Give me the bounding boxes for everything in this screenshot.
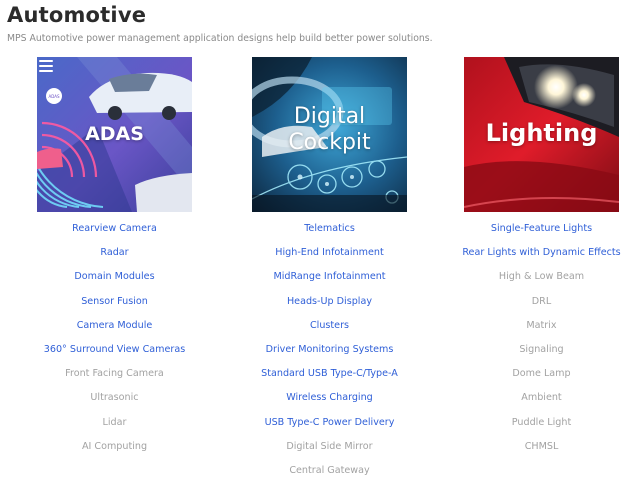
link-single-feature-lights[interactable]: Single-Feature Lights [434,217,632,241]
digital-cockpit-link-list: Telematics High-End Infotainment MidRang… [222,217,437,482]
link-ai-computing: AI Computing [81,440,148,452]
link-standard-usb-type-c-type-a[interactable]: Standard USB Type-C/Type-A [222,362,437,386]
menu-icon [39,60,53,72]
link-wireless-charging[interactable]: Wireless Charging [222,386,437,410]
link-high-end-infotainment[interactable]: High-End Infotainment [222,241,437,265]
link-360-surround-view-cameras[interactable]: 360° Surround View Cameras [7,338,222,362]
link-high-low-beam: High & Low Beam [498,271,585,283]
lighting-tile-label: Lighting [485,119,598,147]
link-radar[interactable]: Radar [7,241,222,265]
link-domain-modules[interactable]: Domain Modules [7,265,222,289]
link-telematics[interactable]: Telematics [222,217,437,241]
link-puddle-light: Puddle Light [511,416,572,428]
link-clusters[interactable]: Clusters [222,314,437,338]
adas-link-list: Rearview Camera Radar Domain Modules Sen… [7,217,222,459]
page-subtitle: MPS Automotive power management applicat… [7,33,433,44]
link-rearview-camera[interactable]: Rearview Camera [7,217,222,241]
link-chmsl: CHMSL [524,440,559,452]
link-central-gateway: Central Gateway [289,464,370,476]
page-title: Automotive [7,3,147,27]
adas-column: ADAS ADAS Rearview Camera Radar Domain M… [7,57,222,459]
link-midrange-infotainment[interactable]: MidRange Infotainment [222,265,437,289]
link-sensor-fusion[interactable]: Sensor Fusion [7,290,222,314]
link-lidar: Lidar [102,416,127,428]
adas-badge-text: ADAS [48,94,59,99]
adas-tile-label: ADAS [85,123,144,145]
link-ultrasonic: Ultrasonic [90,392,139,404]
link-drl: DRL [531,295,552,307]
link-dome-lamp: Dome Lamp [512,368,571,380]
link-matrix: Matrix [526,319,557,331]
link-ambient: Ambient [521,392,562,404]
lighting-tile[interactable]: Lighting [464,57,619,212]
link-camera-module[interactable]: Camera Module [7,314,222,338]
link-digital-side-mirror: Digital Side Mirror [286,440,373,452]
lighting-column: Lighting Single-Feature Lights Rear Ligh… [434,57,632,459]
lighting-link-list: Single-Feature Lights Rear Lights with D… [434,217,632,459]
digital-cockpit-tile-label: Digital Cockpit [288,104,371,155]
digital-cockpit-tile[interactable]: Digital Cockpit [252,57,407,212]
link-driver-monitoring-systems[interactable]: Driver Monitoring Systems [222,338,437,362]
link-front-facing-camera: Front Facing Camera [65,368,164,380]
link-rear-lights-dynamic-effects[interactable]: Rear Lights with Dynamic Effects [434,241,632,265]
digital-cockpit-column: Digital Cockpit Telematics High-End Info… [222,57,437,482]
link-heads-up-display[interactable]: Heads-Up Display [222,290,437,314]
link-signaling: Signaling [519,343,564,355]
adas-tile[interactable]: ADAS ADAS [37,57,192,212]
link-usb-type-c-power-delivery[interactable]: USB Type-C Power Delivery [222,411,437,435]
